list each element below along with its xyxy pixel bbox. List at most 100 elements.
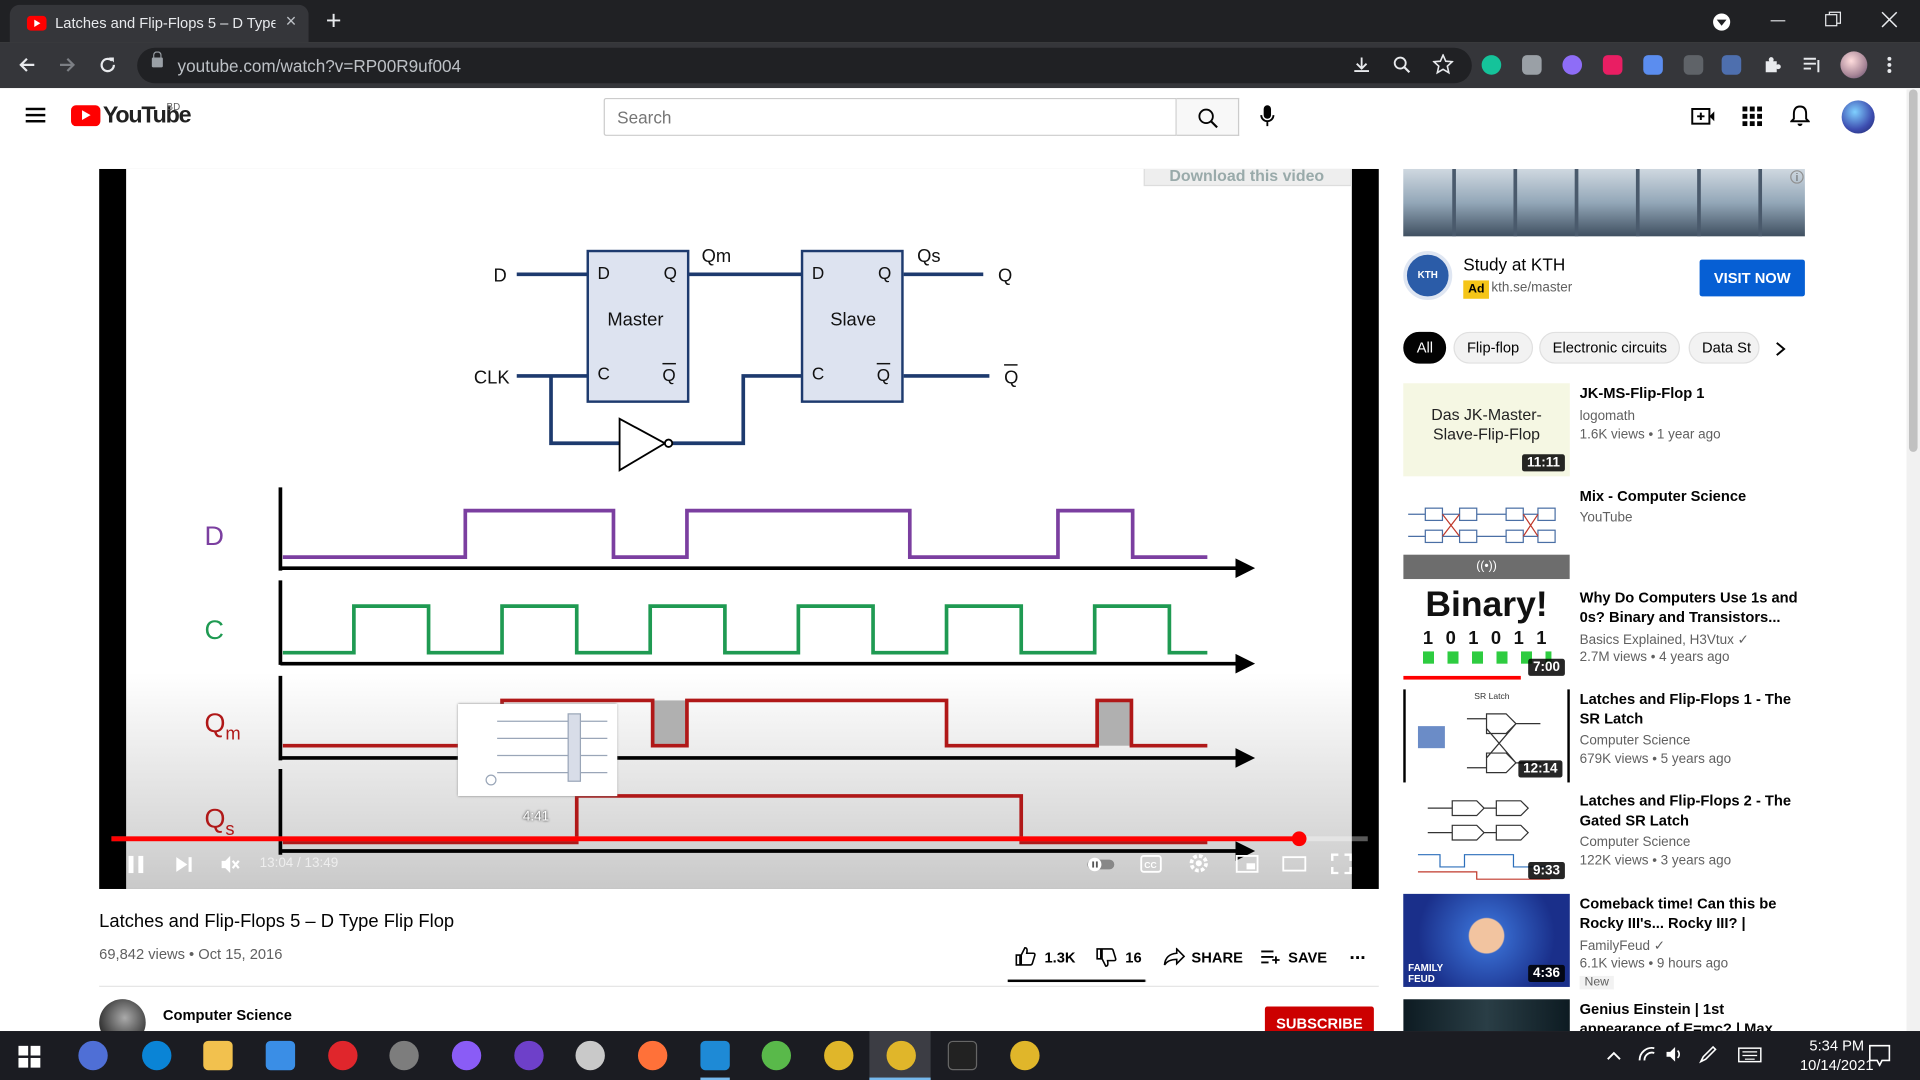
bell-icon[interactable] bbox=[1790, 105, 1810, 127]
account-avatar[interactable] bbox=[1841, 100, 1875, 134]
edge-icon[interactable] bbox=[142, 1040, 172, 1071]
earth-app-icon[interactable] bbox=[761, 1040, 792, 1071]
recommendation-title[interactable]: JK-MS-Flip-Flop 1 bbox=[1580, 383, 1800, 403]
channel-name[interactable]: Computer Science bbox=[163, 1007, 292, 1024]
mute-icon[interactable] bbox=[219, 853, 241, 875]
window-close-icon[interactable] bbox=[1881, 11, 1898, 28]
satellite-app-icon[interactable] bbox=[389, 1040, 419, 1071]
reading-list-icon[interactable] bbox=[1802, 55, 1822, 75]
recommendation-title[interactable]: Latches and Flip-Flops 1 - The SR Latch bbox=[1580, 689, 1800, 728]
recommendation-item[interactable]: ((•)) Mix - Computer Science YouTube bbox=[1403, 486, 1907, 580]
ad-info-icon[interactable]: i bbox=[1790, 170, 1804, 184]
menu-icon[interactable] bbox=[25, 107, 46, 111]
file-explorer-icon[interactable] bbox=[203, 1040, 233, 1071]
recommendation-channel[interactable]: Computer Science bbox=[1580, 733, 1691, 748]
more-actions-icon[interactable]: ... bbox=[1349, 943, 1365, 965]
browser-tab[interactable]: Latches and Flip-Flops 5 – D Type Flip F… bbox=[9, 4, 309, 43]
recommendation-channel[interactable]: YouTube bbox=[1580, 511, 1633, 526]
download-video-banner[interactable]: Download this video bbox=[1143, 168, 1352, 187]
page-scrollbar[interactable] bbox=[1906, 89, 1920, 1032]
ad-title[interactable]: Study at KTH bbox=[1463, 255, 1565, 275]
tab-close-icon[interactable]: × bbox=[286, 11, 297, 32]
play-extension-icon[interactable] bbox=[1602, 55, 1623, 75]
paint-icon[interactable] bbox=[575, 1040, 605, 1071]
chrome-icon[interactable] bbox=[824, 1040, 854, 1071]
new-tab-button[interactable]: + bbox=[326, 5, 342, 37]
address-bar[interactable]: youtube.com/watch?v=RP00R9uf004 bbox=[137, 47, 1472, 84]
volume-icon[interactable] bbox=[1665, 1046, 1685, 1063]
chip-all[interactable]: All bbox=[1403, 331, 1447, 364]
restore-icon[interactable] bbox=[1824, 11, 1842, 28]
extension-icon[interactable] bbox=[1562, 55, 1583, 75]
puzzle-extensions-icon[interactable] bbox=[1762, 55, 1782, 75]
mail-icon[interactable] bbox=[265, 1040, 296, 1071]
settings-icon[interactable] bbox=[1188, 852, 1210, 874]
chip-electronic-circuits[interactable]: Electronic circuits bbox=[1539, 331, 1681, 364]
notifications-icon[interactable] bbox=[1869, 1044, 1891, 1067]
install-icon[interactable] bbox=[1352, 55, 1372, 75]
fullscreen-icon[interactable] bbox=[1331, 853, 1352, 875]
search-input[interactable] bbox=[604, 99, 1176, 135]
recommendation-thumbnail[interactable]: Das JK-Master-Slave-Flip-Flop 11:11 bbox=[1403, 383, 1570, 477]
share-button[interactable]: SHARE bbox=[1163, 945, 1243, 969]
theater-mode-icon[interactable] bbox=[1282, 856, 1307, 872]
chevron-right-icon[interactable] bbox=[1774, 342, 1786, 357]
camera-extension-icon[interactable] bbox=[1522, 55, 1542, 75]
tray-overflow-icon[interactable] bbox=[1607, 1051, 1622, 1061]
github-icon[interactable] bbox=[514, 1040, 544, 1071]
create-icon[interactable] bbox=[1691, 107, 1715, 127]
pause-icon[interactable] bbox=[127, 855, 144, 875]
progress-bar[interactable] bbox=[111, 836, 1368, 842]
terminal-icon[interactable] bbox=[947, 1040, 978, 1071]
vscode-icon[interactable] bbox=[700, 1040, 730, 1071]
recommendation-thumbnail[interactable]: 9:33 bbox=[1403, 791, 1570, 885]
recommendation-item[interactable]: 9:33 Latches and Flip-Flops 2 - The Gate… bbox=[1403, 791, 1907, 885]
recommendation-item[interactable]: FAMILY FEUD 4:36 Comeback time! Can this… bbox=[1403, 893, 1907, 990]
search-button[interactable] bbox=[1176, 97, 1240, 136]
youtube-logo-icon[interactable] bbox=[71, 105, 101, 127]
messenger-icon[interactable] bbox=[451, 1040, 482, 1071]
recommendation-item[interactable]: Das JK-Master-Slave-Flip-Flop 11:11 JK-M… bbox=[1403, 383, 1907, 477]
save-button[interactable]: SAVE bbox=[1260, 945, 1329, 969]
mic-icon[interactable] bbox=[1260, 104, 1275, 128]
next-icon[interactable] bbox=[174, 855, 194, 875]
chrome-profile-icon[interactable] bbox=[886, 1040, 916, 1071]
chrome-menu-icon[interactable] bbox=[1886, 55, 1893, 75]
recommendation-title[interactable]: Genius Einstein | 1st appearance of E=mc… bbox=[1580, 999, 1800, 1031]
opera-icon[interactable] bbox=[328, 1040, 358, 1071]
screen-extension-icon[interactable] bbox=[1683, 55, 1704, 75]
recommendation-title[interactable]: Why Do Computers Use 1s and 0s? Binary a… bbox=[1580, 588, 1800, 627]
back-icon[interactable] bbox=[17, 55, 37, 75]
recommendation-title[interactable]: Comeback time! Can this be Rocky III's..… bbox=[1580, 894, 1800, 933]
like-button[interactable]: 1.3K bbox=[1015, 945, 1079, 969]
dislike-button[interactable]: 16 bbox=[1096, 945, 1145, 969]
recommendation-thumbnail[interactable]: Binary! 1 0 1 0 1 1 7:00 bbox=[1403, 587, 1570, 681]
keyboard-icon[interactable] bbox=[1738, 1047, 1762, 1063]
wifi-icon[interactable] bbox=[1637, 1046, 1657, 1063]
recommendation-title[interactable]: Mix - Computer Science bbox=[1580, 486, 1800, 506]
ad-logo[interactable]: KTH bbox=[1403, 251, 1453, 301]
grammarly-extension-icon[interactable] bbox=[1481, 55, 1502, 75]
zoom-icon[interactable] bbox=[1392, 55, 1412, 75]
recommendation-channel[interactable]: FamilyFeud ✓ bbox=[1580, 938, 1665, 954]
recommendation-thumbnail[interactable] bbox=[1403, 999, 1570, 1032]
recommendation-item[interactable]: SR Latch 12:14 Latches and Flip-Flops 1 … bbox=[1403, 689, 1907, 783]
chip-data-structures[interactable]: Data St bbox=[1688, 331, 1760, 364]
chrome-profile-menu-icon[interactable] bbox=[1712, 12, 1732, 32]
recommendation-channel[interactable]: Computer Science bbox=[1580, 835, 1691, 850]
recommendation-thumbnail[interactable]: SR Latch 12:14 bbox=[1403, 689, 1570, 783]
visit-now-button[interactable]: VISIT NOW bbox=[1699, 259, 1805, 297]
reload-icon[interactable] bbox=[98, 55, 118, 75]
recommendation-item[interactable]: Genius Einstein | 1st appearance of E=mc… bbox=[1403, 999, 1907, 1032]
pen-extension-icon[interactable] bbox=[1721, 55, 1742, 75]
progress-scrubber[interactable] bbox=[1291, 831, 1307, 847]
recommendation-title[interactable]: Latches and Flip-Flops 2 - The Gated SR … bbox=[1580, 791, 1800, 830]
chrome-alt-icon[interactable] bbox=[1010, 1040, 1040, 1071]
forward-icon[interactable] bbox=[58, 55, 78, 75]
recommendation-channel[interactable]: Basics Explained, H3Vtux ✓ bbox=[1580, 632, 1749, 648]
recommendation-item[interactable]: Binary! 1 0 1 0 1 1 7:00 Why Do Computer… bbox=[1403, 587, 1907, 681]
chrome-profile-avatar[interactable] bbox=[1840, 51, 1868, 79]
ad-banner-image[interactable] bbox=[1403, 168, 1805, 237]
recommendation-channel[interactable]: logomath bbox=[1580, 409, 1635, 424]
qbittorrent-icon[interactable] bbox=[78, 1040, 108, 1071]
